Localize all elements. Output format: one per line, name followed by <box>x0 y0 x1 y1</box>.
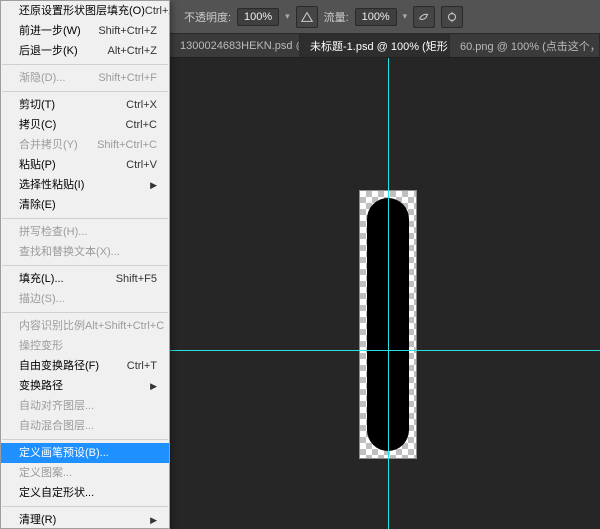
menu-shortcut: Alt+Shift+Ctrl+C <box>85 319 164 333</box>
menu-item-label: 渐隐(D)... <box>19 71 65 85</box>
chevron-down-icon[interactable]: ▾ <box>403 11 408 22</box>
menu-shortcut: Ctrl+C <box>126 118 157 132</box>
airbrush-icon[interactable] <box>413 6 435 28</box>
menu-separator <box>2 64 168 65</box>
submenu-arrow-icon: ▶ <box>150 178 157 192</box>
menu-separator <box>2 439 168 440</box>
menu-item[interactable]: 还原设置形状图层填充(O)Ctrl+Z <box>1 1 169 21</box>
menu-item-label: 清除(E) <box>19 198 56 212</box>
menu-item: 查找和替换文本(X)... <box>1 242 169 262</box>
menu-item[interactable]: 变换路径 ▶ <box>1 376 169 396</box>
menu-item-label: 定义自定形状... <box>19 486 94 500</box>
menu-item-label: 选择性粘贴(I) <box>19 178 84 192</box>
menu-item-label: 查找和替换文本(X)... <box>19 245 120 259</box>
pressure-opacity-icon[interactable] <box>296 6 318 28</box>
menu-item[interactable]: 填充(L)... Shift+F5 <box>1 269 169 289</box>
menu-separator <box>2 506 168 507</box>
menu-item-label: 操控变形 <box>19 339 63 353</box>
menu-shortcut: Ctrl+T <box>127 359 157 373</box>
menu-item: 定义图案... <box>1 463 169 483</box>
menu-item: 拼写检查(H)... <box>1 222 169 242</box>
menu-separator <box>2 218 168 219</box>
menu-item-label: 描边(S)... <box>19 292 65 306</box>
menu-item[interactable]: 前进一步(W) Shift+Ctrl+Z <box>1 21 169 41</box>
menu-item: 合并拷贝(Y) Shift+Ctrl+C <box>1 135 169 155</box>
guide-horizontal[interactable] <box>170 350 600 351</box>
menu-separator <box>2 91 168 92</box>
menu-item: 操控变形 <box>1 336 169 356</box>
menu-item-label: 填充(L)... <box>19 272 64 286</box>
menu-item-label: 粘贴(P) <box>19 158 56 172</box>
guide-vertical[interactable] <box>388 58 389 529</box>
menu-item[interactable]: 清除(E) <box>1 195 169 215</box>
menu-item-label: 定义画笔预设(B)... <box>19 446 109 460</box>
menu-item-label: 自动对齐图层... <box>19 399 94 413</box>
menu-item[interactable]: 选择性粘贴(I) ▶ <box>1 175 169 195</box>
menu-item-label: 还原设置形状图层填充(O) <box>19 4 145 18</box>
menu-item[interactable]: 后退一步(K) Alt+Ctrl+Z <box>1 41 169 61</box>
menu-item-label: 拷贝(C) <box>19 118 56 132</box>
menu-shortcut: Shift+F5 <box>116 272 157 286</box>
menu-item-label: 拼写检查(H)... <box>19 225 87 239</box>
menu-item[interactable]: 自由变换路径(F) Ctrl+T <box>1 356 169 376</box>
menu-shortcut: Alt+Ctrl+Z <box>107 44 157 58</box>
submenu-arrow-icon: ▶ <box>150 513 157 527</box>
tab-document[interactable]: 1300024683HEKN.psd @ 3...× <box>170 34 300 57</box>
menu-item-label: 变换路径 <box>19 379 63 393</box>
menu-item-label: 内容识别比例 <box>19 319 85 333</box>
menu-item[interactable]: 拷贝(C) Ctrl+C <box>1 115 169 135</box>
menu-item: 自动对齐图层... <box>1 396 169 416</box>
menu-shortcut: Ctrl+Z <box>145 4 170 18</box>
flow-input[interactable] <box>355 8 397 26</box>
menu-item-label: 剪切(T) <box>19 98 55 112</box>
menu-item-label: 定义图案... <box>19 466 72 480</box>
menu-item: 描边(S)... <box>1 289 169 309</box>
menu-item: 自动混合图层... <box>1 416 169 436</box>
tab-document[interactable]: 未标题-1.psd @ 100% (矩形 1, RGB/...× <box>300 34 450 57</box>
flow-label: 流量: <box>324 9 349 25</box>
menu-shortcut: Shift+Ctrl+C <box>97 138 157 152</box>
edit-menu: 还原设置形状图层填充(O)Ctrl+Z 前进一步(W) Shift+Ctrl+Z 后退… <box>0 0 170 529</box>
opacity-input[interactable] <box>237 8 279 26</box>
menu-separator <box>2 265 168 266</box>
menu-separator <box>2 312 168 313</box>
menu-item[interactable]: 粘贴(P) Ctrl+V <box>1 155 169 175</box>
menu-item[interactable]: 剪切(T) Ctrl+X <box>1 95 169 115</box>
menu-item-label: 后退一步(K) <box>19 44 78 58</box>
menu-item[interactable]: 定义自定形状... <box>1 483 169 503</box>
menu-item-label: 前进一步(W) <box>19 24 81 38</box>
menu-shortcut: Ctrl+X <box>126 98 157 112</box>
tab-document[interactable]: 60.png @ 100% (点击这个，将 选区转... <box>450 34 600 57</box>
chevron-down-icon[interactable]: ▾ <box>285 11 290 22</box>
menu-item: 渐隐(D)... Shift+Ctrl+F <box>1 68 169 88</box>
submenu-arrow-icon: ▶ <box>150 379 157 393</box>
menu-item-label: 清理(R) <box>19 513 56 527</box>
menu-shortcut: Shift+Ctrl+Z <box>98 24 157 38</box>
menu-item-label: 合并拷贝(Y) <box>19 138 78 152</box>
menu-shortcut: Ctrl+V <box>126 158 157 172</box>
canvas[interactable] <box>170 58 600 529</box>
menu-item[interactable]: 定义画笔预设(B)... <box>1 443 169 463</box>
menu-item-label: 自由变换路径(F) <box>19 359 99 373</box>
menu-item[interactable]: 清理(R) ▶ <box>1 510 169 529</box>
pressure-size-icon[interactable] <box>441 6 463 28</box>
menu-item: 内容识别比例Alt+Shift+Ctrl+C <box>1 316 169 336</box>
menu-item-label: 自动混合图层... <box>19 419 94 433</box>
opacity-label: 不透明度: <box>184 9 231 25</box>
menu-shortcut: Shift+Ctrl+F <box>98 71 157 85</box>
